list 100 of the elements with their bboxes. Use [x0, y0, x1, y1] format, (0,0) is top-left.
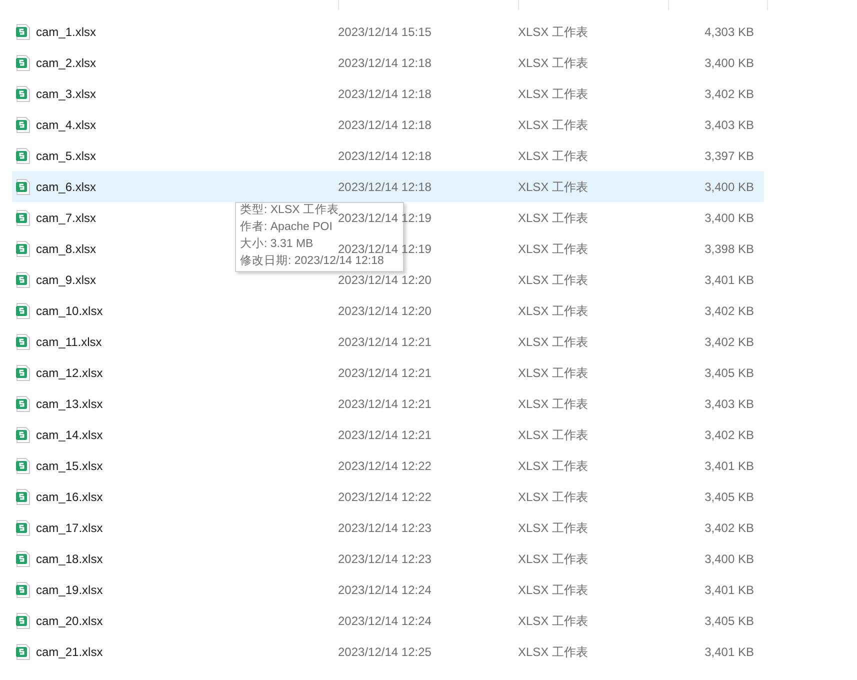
file-name: cam_6.xlsx: [36, 178, 96, 196]
file-size: 3,402 KB: [704, 520, 754, 536]
file-size: 3,402 KB: [704, 302, 754, 320]
file-size: 3,402 KB: [704, 426, 754, 444]
file-name: cam_8.xlsx: [36, 240, 96, 258]
spreadsheet-file-icon: [16, 86, 30, 102]
modified-date: 2023/12/14 12:20: [338, 304, 432, 316]
file-size: 3,401 KB: [704, 644, 754, 660]
spreadsheet-file-icon: [16, 458, 30, 474]
file-name: cam_10.xlsx: [36, 302, 103, 320]
spreadsheet-file-icon: [16, 240, 30, 256]
file-type: XLSX 工作表: [518, 148, 590, 164]
spreadsheet-file-icon: [16, 210, 30, 226]
modified-date: 2023/12/14 12:22: [338, 490, 432, 502]
file-type: XLSX 工作表: [518, 582, 590, 598]
file-name: cam_16.xlsx: [36, 488, 103, 506]
modified-date: 2023/12/14 12:23: [338, 552, 432, 564]
spreadsheet-file-icon: [16, 24, 30, 40]
file-type: XLSX 工作表: [518, 644, 590, 660]
file-name: cam_18.xlsx: [36, 550, 103, 568]
modified-date: 2023/12/14 12:21: [338, 366, 432, 378]
file-size: 3,405 KB: [704, 364, 754, 382]
file-size: 3,400 KB: [704, 178, 754, 196]
spreadsheet-file-icon: [16, 644, 30, 660]
file-name: cam_15.xlsx: [36, 458, 103, 474]
spreadsheet-file-icon: [16, 612, 30, 628]
file-size: 3,401 KB: [704, 272, 754, 288]
file-name: cam_13.xlsx: [36, 396, 103, 412]
spreadsheet-file-icon: [16, 116, 30, 132]
file-size: 3,402 KB: [704, 86, 754, 102]
file-type: XLSX 工作表: [518, 426, 590, 444]
file-type: XLSX 工作表: [518, 396, 590, 412]
file-type: XLSX 工作表: [518, 240, 590, 258]
spreadsheet-file-icon: [16, 334, 30, 350]
spreadsheet-file-icon: [16, 148, 30, 164]
file-size: 3,400 KB: [704, 550, 754, 568]
file-size: 3,398 KB: [704, 240, 754, 258]
modified-date: 2023/12/14 15:15: [338, 26, 432, 38]
file-name: cam_9.xlsx: [36, 272, 96, 288]
modified-date: 2023/12/14 12:18: [338, 88, 432, 100]
file-size: 3,403 KB: [704, 396, 754, 412]
file-name: cam_2.xlsx: [36, 54, 96, 72]
spreadsheet-file-icon: [16, 550, 30, 566]
modified-date: 2023/12/14 12:19: [338, 212, 432, 224]
file-name: cam_12.xlsx: [36, 364, 103, 382]
file-size: 3,400 KB: [704, 54, 754, 72]
modified-date: 2023/12/14 12:25: [338, 646, 432, 658]
file-size: 3,400 KB: [704, 210, 754, 226]
modified-date: 2023/12/14 12:21: [338, 336, 432, 348]
file-type: XLSX 工作表: [518, 334, 590, 350]
file-size: 3,403 KB: [704, 116, 754, 134]
file-size: 3,405 KB: [704, 612, 754, 630]
file-type: XLSX 工作表: [518, 550, 590, 568]
spreadsheet-file-icon: [16, 426, 30, 442]
modified-date: 2023/12/14 12:20: [338, 274, 432, 286]
file-type: XLSX 工作表: [518, 364, 590, 382]
file-name: cam_3.xlsx: [36, 86, 96, 102]
file-type: XLSX 工作表: [518, 272, 590, 288]
file-name: cam_20.xlsx: [36, 612, 103, 630]
file-type: XLSX 工作表: [518, 612, 590, 630]
modified-date: 2023/12/14 12:18: [338, 150, 432, 162]
modified-date: 2023/12/14 12:22: [338, 460, 432, 472]
file-type: XLSX 工作表: [518, 86, 590, 102]
file-type: XLSX 工作表: [518, 178, 590, 196]
spreadsheet-file-icon: [16, 54, 30, 70]
file-row[interactable]: cam_6.xlsx 2023/12/14 12:18 XLSX 工作表 3,400 KB: [12, 171, 764, 202]
file-type: XLSX 工作表: [518, 520, 590, 536]
file-type: XLSX 工作表: [518, 458, 590, 474]
file-name: cam_4.xlsx: [36, 116, 96, 134]
modified-date: 2023/12/14 12:19: [338, 242, 432, 254]
modified-date: 2023/12/14 12:18: [338, 56, 432, 68]
file-size: 4,303 KB: [704, 24, 754, 40]
modified-date: 2023/12/14 12:23: [338, 522, 432, 534]
file-type: XLSX 工作表: [518, 116, 590, 134]
modified-date: 2023/12/14 12:24: [338, 614, 432, 626]
file-name: cam_19.xlsx: [36, 582, 103, 598]
tooltip-line: 类型: XLSX 工作表: [240, 204, 339, 216]
file-name: cam_17.xlsx: [36, 520, 103, 536]
file-size: 3,402 KB: [704, 334, 754, 350]
modified-date: 2023/12/14 12:21: [338, 398, 432, 410]
modified-date: 2023/12/14 12:24: [338, 584, 432, 596]
file-type: XLSX 工作表: [518, 24, 590, 40]
spreadsheet-file-icon: [16, 302, 30, 318]
modified-date: 2023/12/14 12:21: [338, 428, 432, 440]
file-size: 3,397 KB: [704, 148, 754, 164]
file-size: 3,405 KB: [704, 488, 754, 506]
file-type: XLSX 工作表: [518, 54, 590, 72]
spreadsheet-file-icon: [16, 520, 30, 536]
modified-date: 2023/12/14 12:18: [338, 180, 432, 192]
tooltip-line: 大小: 3.31 MB: [240, 238, 314, 251]
file-name: cam_1.xlsx: [36, 24, 96, 40]
spreadsheet-file-icon: [16, 178, 30, 194]
file-name: cam_7.xlsx: [36, 210, 96, 226]
file-name: cam_11.xlsx: [36, 334, 102, 350]
file-type: XLSX 工作表: [518, 488, 590, 506]
spreadsheet-file-icon: [16, 364, 30, 380]
spreadsheet-file-icon: [16, 272, 30, 288]
spreadsheet-file-icon: [16, 582, 30, 598]
file-name: cam_5.xlsx: [36, 148, 96, 164]
spreadsheet-file-icon: [16, 396, 30, 412]
